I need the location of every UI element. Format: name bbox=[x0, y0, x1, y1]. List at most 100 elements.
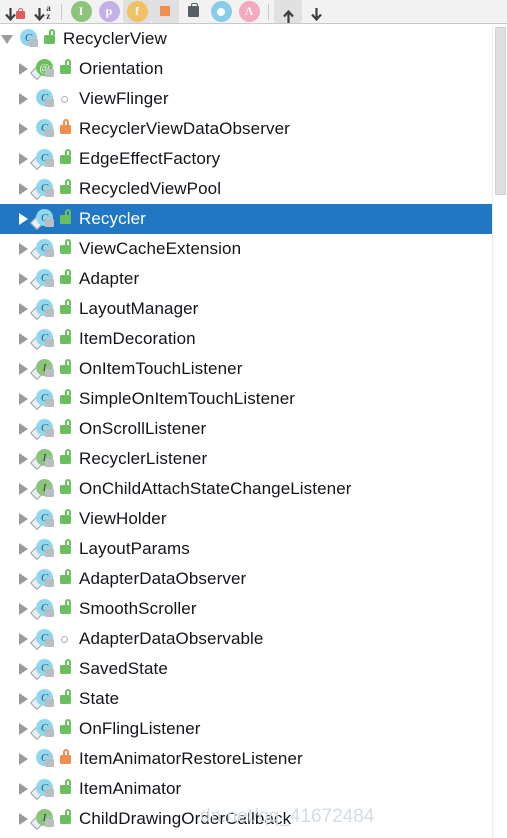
vertical-scrollbar[interactable] bbox=[492, 25, 507, 838]
arrow-down-icon bbox=[310, 0, 323, 23]
tree-row[interactable]: C State bbox=[0, 684, 507, 714]
expand-triangle-icon[interactable] bbox=[16, 174, 30, 204]
properties-icon: p bbox=[98, 0, 120, 23]
expand-triangle-icon[interactable] bbox=[16, 54, 30, 84]
tree-node-label: Recycler bbox=[79, 209, 146, 228]
expand-triangle-icon[interactable] bbox=[16, 414, 30, 444]
protected-padlock-icon bbox=[56, 716, 76, 742]
tree-row[interactable]: @ Orientation bbox=[0, 54, 507, 84]
structure-tree[interactable]: C RecyclerView @ Orientation C ViewFlinger C Re… bbox=[0, 24, 507, 838]
expand-triangle-icon[interactable] bbox=[16, 384, 30, 414]
tree-row[interactable]: C RecyclerView bbox=[0, 24, 507, 54]
expand-triangle-icon[interactable] bbox=[16, 624, 30, 654]
tree-row[interactable]: C AdapterDataObserver bbox=[0, 564, 507, 594]
expand-triangle-icon[interactable] bbox=[16, 534, 30, 564]
show-properties-button[interactable]: p bbox=[95, 0, 123, 23]
toolbar-separator bbox=[268, 4, 269, 20]
tree-node-label: SimpleOnItemTouchListener bbox=[79, 389, 296, 408]
collapse-triangle-icon[interactable] bbox=[0, 24, 14, 54]
expand-triangle-icon[interactable] bbox=[16, 114, 30, 144]
tree-row[interactable]: I ChildDrawingOrderCallback bbox=[0, 804, 507, 834]
expand-triangle-icon[interactable] bbox=[16, 504, 30, 534]
tree-row[interactable]: C ItemAnimator bbox=[0, 774, 507, 804]
expand-triangle-icon[interactable] bbox=[16, 84, 30, 114]
tree-row[interactable]: C OnFlingListener bbox=[0, 714, 507, 744]
expand-triangle-icon[interactable] bbox=[16, 444, 30, 474]
tree-row[interactable]: C SavedState bbox=[0, 654, 507, 684]
expand-triangle-icon[interactable] bbox=[16, 744, 30, 774]
protected-padlock-icon bbox=[56, 56, 76, 82]
tree-node-label: AdapterDataObserver bbox=[79, 569, 247, 588]
expand-triangle-icon[interactable] bbox=[16, 564, 30, 594]
tree-row[interactable]: C SmoothScroller bbox=[0, 594, 507, 624]
expand-triangle-icon[interactable] bbox=[16, 144, 30, 174]
circle-o-icon bbox=[210, 0, 232, 23]
structure-toolbar: az Ipf Λ bbox=[0, 0, 507, 24]
tree-node-label: SmoothScroller bbox=[79, 599, 197, 618]
tree-node-label: ChildDrawingOrderCallback bbox=[79, 809, 292, 828]
tree-row[interactable]: C OnScrollListener bbox=[0, 414, 507, 444]
expand-triangle-icon[interactable] bbox=[16, 594, 30, 624]
expand-triangle-icon[interactable] bbox=[16, 684, 30, 714]
package-private-circle-icon bbox=[56, 86, 76, 112]
expand-all-button[interactable] bbox=[274, 0, 302, 23]
tree-row[interactable]: C AdapterDataObservable bbox=[0, 624, 507, 654]
tree-row[interactable]: C ViewCacheExtension bbox=[0, 234, 507, 264]
tree-node-label: SavedState bbox=[79, 659, 168, 678]
tree-row[interactable]: C SimpleOnItemTouchListener bbox=[0, 384, 507, 414]
show-inherited-button[interactable]: I bbox=[67, 0, 95, 23]
protected-padlock-icon bbox=[56, 296, 76, 322]
group-methods-button[interactable] bbox=[207, 0, 235, 23]
protected-padlock-icon bbox=[56, 566, 76, 592]
expand-triangle-icon[interactable] bbox=[16, 714, 30, 744]
arrow-down-lock-icon bbox=[4, 0, 25, 23]
expand-triangle-icon[interactable] bbox=[16, 804, 30, 834]
tree-node-label: Orientation bbox=[79, 59, 164, 78]
expand-triangle-icon[interactable] bbox=[16, 474, 30, 504]
expand-triangle-icon[interactable] bbox=[16, 294, 30, 324]
expand-triangle-icon[interactable] bbox=[16, 654, 30, 684]
show-constants-button[interactable] bbox=[151, 0, 179, 23]
show-fields-button[interactable]: f bbox=[123, 0, 151, 23]
sort-alphabetically-button[interactable]: az bbox=[28, 0, 56, 23]
protected-padlock-icon bbox=[56, 206, 76, 232]
expand-triangle-icon[interactable] bbox=[16, 204, 30, 234]
expand-triangle-icon[interactable] bbox=[16, 774, 30, 804]
scrollbar-thumb[interactable] bbox=[495, 27, 506, 195]
expand-triangle-icon[interactable] bbox=[16, 324, 30, 354]
tree-row[interactable]: C RecycledViewPool bbox=[0, 174, 507, 204]
tree-row[interactable]: C ItemDecoration bbox=[0, 324, 507, 354]
class-icon: C bbox=[16, 26, 40, 52]
sort-by-visibility-button[interactable] bbox=[0, 0, 28, 23]
tree-row[interactable]: C EdgeEffectFactory bbox=[0, 144, 507, 174]
protected-padlock-icon bbox=[40, 26, 60, 52]
expand-triangle-icon[interactable] bbox=[16, 354, 30, 384]
collapse-all-button[interactable] bbox=[302, 0, 330, 23]
tree-row[interactable]: I RecyclerListener bbox=[0, 444, 507, 474]
protected-padlock-icon bbox=[56, 476, 76, 502]
protected-padlock-icon bbox=[56, 266, 76, 292]
protected-padlock-icon bbox=[56, 386, 76, 412]
tree-row[interactable]: C Recycler bbox=[0, 204, 507, 234]
tree-row[interactable]: C ViewFlinger bbox=[0, 84, 507, 114]
tree-row[interactable]: C LayoutParams bbox=[0, 534, 507, 564]
tree-row[interactable]: C ViewHolder bbox=[0, 504, 507, 534]
show-anonymous-button[interactable]: Λ bbox=[235, 0, 263, 23]
class-icon: C bbox=[32, 116, 56, 142]
tree-node-label: EdgeEffectFactory bbox=[79, 149, 221, 168]
tree-row[interactable]: C ItemAnimatorRestoreListener bbox=[0, 744, 507, 774]
show-non-public-button[interactable] bbox=[179, 0, 207, 23]
tree-row[interactable]: C RecyclerViewDataObserver bbox=[0, 114, 507, 144]
tree-node-label: ViewHolder bbox=[79, 509, 167, 528]
class-icon: C bbox=[32, 746, 56, 772]
expand-triangle-icon[interactable] bbox=[16, 234, 30, 264]
protected-padlock-icon bbox=[56, 806, 76, 832]
expand-triangle-icon[interactable] bbox=[16, 264, 30, 294]
class-icon: C bbox=[32, 86, 56, 112]
abstract-interface-icon: I bbox=[29, 476, 56, 502]
tree-row[interactable]: C LayoutManager bbox=[0, 294, 507, 324]
constants-icon bbox=[160, 0, 170, 23]
tree-row[interactable]: I OnChildAttachStateChangeListener bbox=[0, 474, 507, 504]
tree-row[interactable]: C Adapter bbox=[0, 264, 507, 294]
tree-row[interactable]: I OnItemTouchListener bbox=[0, 354, 507, 384]
